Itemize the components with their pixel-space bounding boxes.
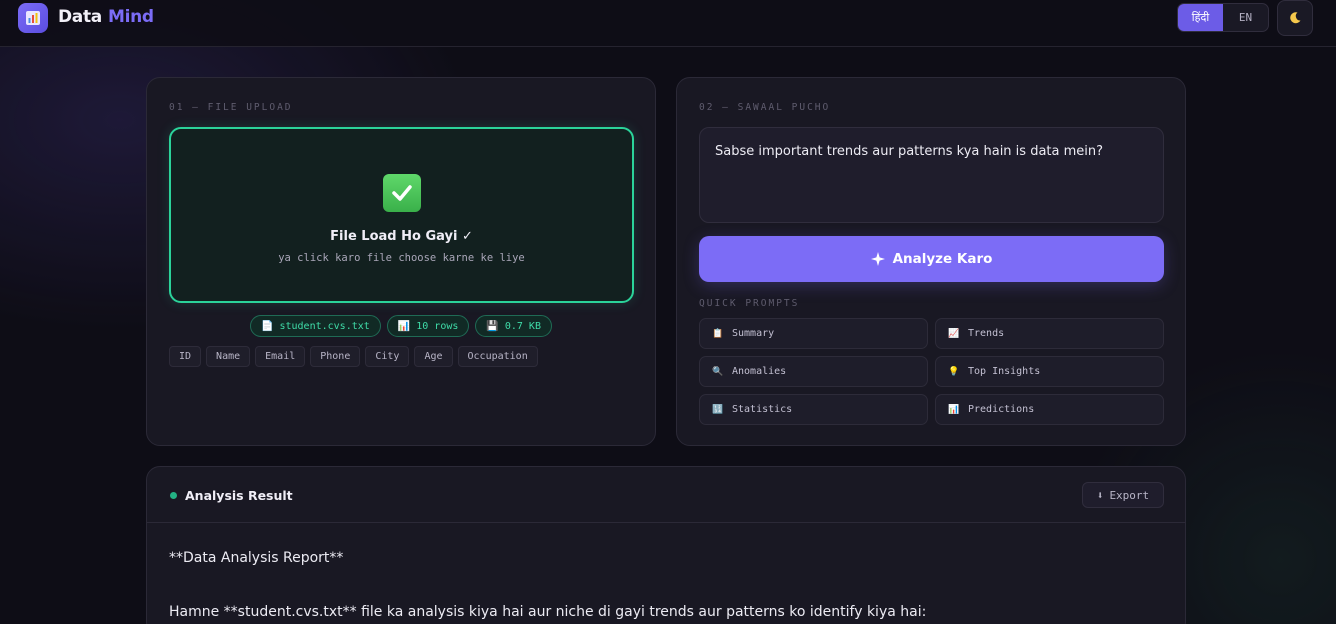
- question-input[interactable]: Sabse important trends aur patterns kya …: [699, 127, 1164, 223]
- file-loaded-title: File Load Ho Gayi ✓: [330, 229, 473, 244]
- magnifier-icon: 🔍: [712, 366, 724, 377]
- numbers-icon: 🔢: [712, 404, 724, 415]
- bar-chart-icon: 📊: [397, 320, 411, 332]
- column-chip: Age: [414, 346, 453, 367]
- result-heading-text: **Data Analysis Report**: [169, 550, 344, 566]
- logo-icon: [18, 3, 48, 33]
- column-chips: ID Name Email Phone City Age Occupation: [169, 346, 538, 367]
- file-name-badge: 📄 student.cvs.txt: [250, 315, 381, 337]
- floppy-disk-icon: 💾: [486, 320, 499, 332]
- quick-prompts-grid: 📋 Summary 📈 Trends 🔍 Anomalies 💡 Top Ins…: [699, 318, 1164, 425]
- file-drop-zone[interactable]: File Load Ho Gayi ✓ ya click karo file c…: [169, 127, 634, 303]
- check-icon: [383, 174, 421, 212]
- lang-en-button[interactable]: EN: [1223, 4, 1268, 31]
- file-info-badges: 📄 student.cvs.txt 📊 10 rows 💾 0.7 KB: [147, 315, 655, 337]
- language-toggle: हिंदी EN: [1177, 3, 1269, 32]
- lightbulb-icon: 💡: [948, 366, 960, 377]
- quick-prompts-label: QUICK PROMPTS: [699, 298, 800, 309]
- result-title: Analysis Result: [185, 488, 293, 503]
- file-upload-card: 01 — FILE UPLOAD File Load Ho Gayi ✓ ya …: [146, 77, 656, 446]
- theme-toggle-button[interactable]: [1277, 0, 1313, 36]
- column-chip: Phone: [310, 346, 361, 367]
- analyze-button[interactable]: Analyze Karo: [699, 236, 1164, 282]
- lang-hindi-button[interactable]: हिंदी: [1178, 4, 1223, 31]
- brand-name: Data Mind: [58, 7, 154, 27]
- result-body-text: Hamne **student.cvs.txt** file ka analys…: [169, 604, 927, 620]
- upload-section-label: 01 — FILE UPLOAD: [169, 102, 293, 113]
- status-dot-icon: [170, 492, 177, 499]
- file-size-badge: 💾 0.7 KB: [475, 315, 552, 337]
- result-header: Analysis Result ⬇ Export: [147, 467, 1185, 523]
- clipboard-icon: 📋: [712, 328, 724, 339]
- prompt-top-insights-button[interactable]: 💡 Top Insights: [935, 356, 1164, 387]
- download-icon: ⬇: [1096, 488, 1104, 502]
- question-card: 02 — SAWAAL PUCHO Sabse important trends…: [676, 77, 1186, 446]
- sparkle-icon: [870, 252, 885, 266]
- export-button[interactable]: ⬇ Export: [1082, 482, 1164, 508]
- prompt-trends-button[interactable]: 📈 Trends: [935, 318, 1164, 349]
- prompt-statistics-button[interactable]: 🔢 Statistics: [699, 394, 928, 425]
- file-choose-hint: ya click karo file choose karne ke liye: [278, 252, 525, 264]
- prompt-anomalies-button[interactable]: 🔍 Anomalies: [699, 356, 928, 387]
- app-header: Data Mind हिंदी EN: [0, 0, 1336, 47]
- question-section-label: 02 — SAWAAL PUCHO: [699, 102, 831, 113]
- column-chip: ID: [169, 346, 202, 367]
- column-chip: City: [365, 346, 410, 367]
- prompt-summary-button[interactable]: 📋 Summary: [699, 318, 928, 349]
- column-chip: Email: [255, 346, 306, 367]
- column-chip: Occupation: [457, 346, 538, 367]
- moon-icon: [1290, 12, 1301, 24]
- column-chip: Name: [206, 346, 251, 367]
- document-icon: 📄: [261, 320, 274, 332]
- trend-chart-icon: 📈: [948, 328, 960, 339]
- prompt-predictions-button[interactable]: 📊 Predictions: [935, 394, 1164, 425]
- analysis-result-card: Analysis Result ⬇ Export **Data Analysis…: [146, 466, 1186, 624]
- row-count-badge: 📊 10 rows: [386, 315, 470, 337]
- bar-chart-icon: 📊: [948, 404, 960, 415]
